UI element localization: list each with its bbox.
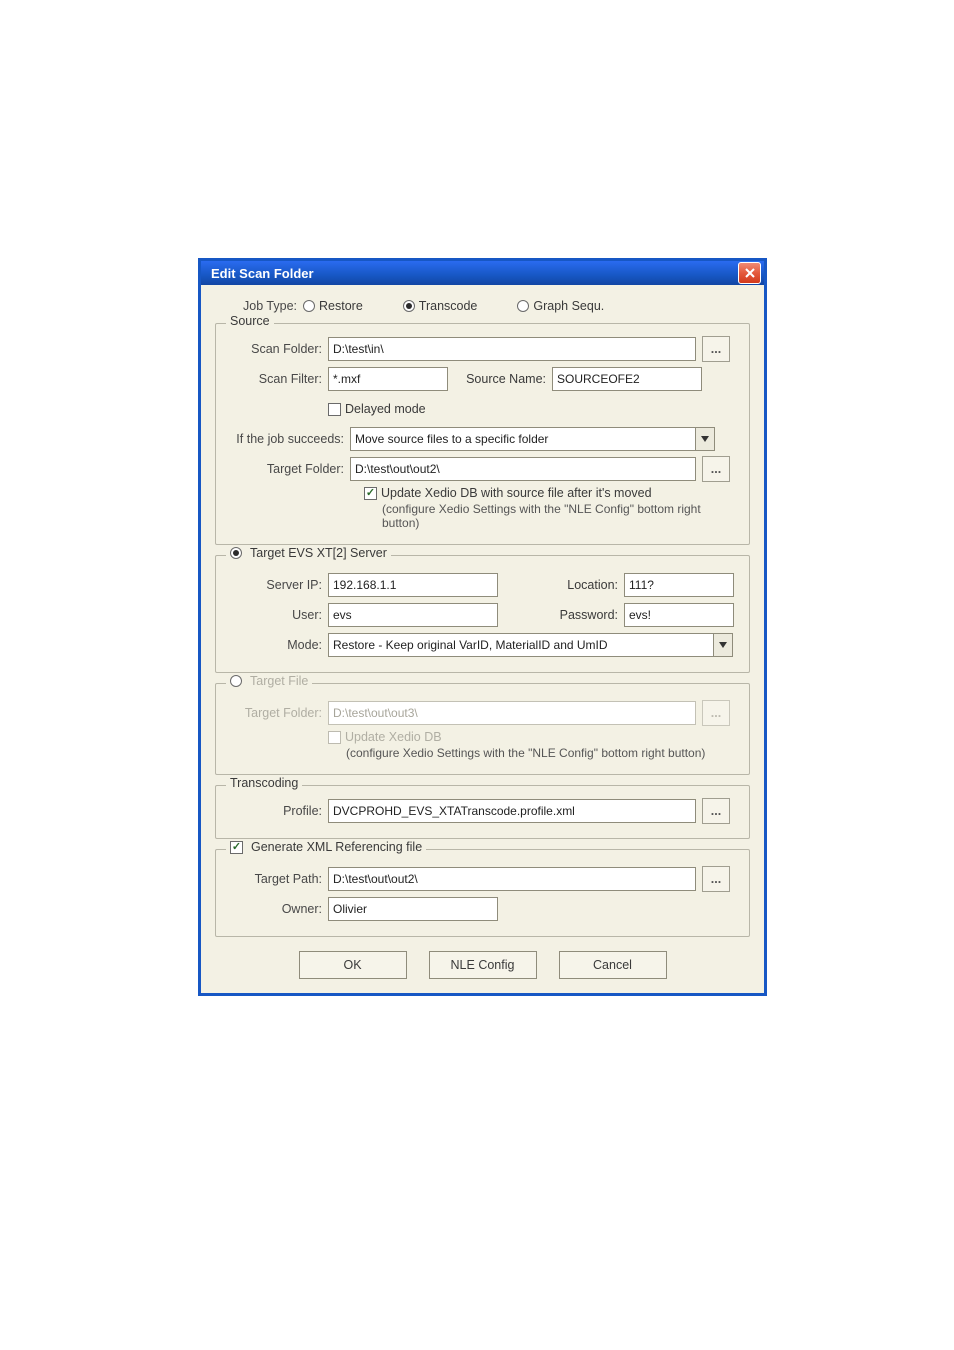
target-file-legend[interactable]: Target File xyxy=(226,674,312,688)
edit-scan-folder-dialog: Edit Scan Folder Job Type: Restore Trans… xyxy=(198,258,767,996)
profile-input[interactable] xyxy=(328,799,696,823)
target-file-folder-browse-button: ... xyxy=(702,700,730,726)
mode-combo[interactable] xyxy=(328,634,733,656)
scan-filter-input[interactable] xyxy=(328,367,448,391)
location-input[interactable] xyxy=(624,573,734,597)
target-file-update-db-label: Update Xedio DB xyxy=(345,730,442,744)
radio-icon xyxy=(230,547,242,559)
source-target-folder-browse-button[interactable]: ... xyxy=(702,456,730,482)
checkbox-icon xyxy=(230,841,243,854)
ok-button[interactable]: OK xyxy=(299,951,407,979)
succeeds-label: If the job succeeds: xyxy=(224,432,350,446)
target-path-input[interactable] xyxy=(328,867,696,891)
delayed-mode-label: Delayed mode xyxy=(345,402,426,416)
delayed-mode-checkbox[interactable]: Delayed mode xyxy=(328,402,426,416)
target-server-legend-text: Target EVS XT[2] Server xyxy=(250,546,387,560)
scan-folder-label: Scan Folder: xyxy=(224,342,328,356)
scan-folder-browse-button[interactable]: ... xyxy=(702,336,730,362)
password-label: Password: xyxy=(498,608,624,622)
checkbox-icon xyxy=(328,403,341,416)
transcoding-group: Transcoding Profile: ... xyxy=(215,785,750,839)
job-type-row: Job Type: Restore Transcode Graph Sequ. xyxy=(215,295,750,313)
radio-icon xyxy=(303,300,315,312)
target-file-update-db-checkbox: Update Xedio DB xyxy=(328,730,442,744)
jobtype-restore-radio[interactable]: Restore xyxy=(303,299,363,313)
jobtype-transcode-label: Transcode xyxy=(419,299,478,313)
target-file-legend-text: Target File xyxy=(250,674,308,688)
jobtype-graph-label: Graph Sequ. xyxy=(533,299,604,313)
jobtype-restore-label: Restore xyxy=(319,299,363,313)
checkbox-icon xyxy=(328,731,341,744)
owner-input[interactable] xyxy=(328,897,498,921)
chevron-down-icon xyxy=(701,436,709,442)
dropdown-button[interactable] xyxy=(713,633,733,657)
xml-ref-legend-text: Generate XML Referencing file xyxy=(251,840,422,854)
scan-folder-input[interactable] xyxy=(328,337,696,361)
job-type-label: Job Type: xyxy=(221,299,303,313)
xml-ref-legend[interactable]: Generate XML Referencing file xyxy=(226,840,426,854)
dialog-title: Edit Scan Folder xyxy=(211,266,314,281)
jobtype-transcode-radio[interactable]: Transcode xyxy=(403,299,478,313)
radio-icon xyxy=(517,300,529,312)
target-server-group: Target EVS XT[2] Server Server IP: Locat… xyxy=(215,555,750,673)
scan-filter-label: Scan Filter: xyxy=(224,372,328,386)
update-xedio-db-hint: (configure Xedio Settings with the "NLE … xyxy=(382,502,741,530)
user-input[interactable] xyxy=(328,603,498,627)
user-label: User: xyxy=(224,608,328,622)
source-target-folder-label: Target Folder: xyxy=(224,462,350,476)
succeeds-combo[interactable] xyxy=(350,428,715,450)
target-server-legend[interactable]: Target EVS XT[2] Server xyxy=(226,546,391,560)
source-name-label: Source Name: xyxy=(458,372,552,386)
update-xedio-db-checkbox[interactable]: Update Xedio DB with source file after i… xyxy=(364,486,652,500)
owner-label: Owner: xyxy=(224,902,328,916)
close-icon xyxy=(744,267,756,279)
xml-ref-group: Generate XML Referencing file Target Pat… xyxy=(215,849,750,937)
source-group: Source Scan Folder: ... Scan Filter: Sou… xyxy=(215,323,750,545)
nle-config-button[interactable]: NLE Config xyxy=(429,951,537,979)
target-file-update-db-hint: (configure Xedio Settings with the "NLE … xyxy=(346,746,741,760)
source-name-input[interactable] xyxy=(552,367,702,391)
titlebar: Edit Scan Folder xyxy=(201,261,764,285)
update-xedio-db-label: Update Xedio DB with source file after i… xyxy=(381,486,652,500)
password-input[interactable] xyxy=(624,603,734,627)
source-target-folder-input[interactable] xyxy=(350,457,696,481)
target-file-group: Target File Target Folder: ... Update Xe… xyxy=(215,683,750,775)
profile-browse-button[interactable]: ... xyxy=(702,798,730,824)
radio-icon xyxy=(230,675,242,687)
dropdown-button[interactable] xyxy=(695,427,715,451)
target-path-label: Target Path: xyxy=(224,872,328,886)
mode-label: Mode: xyxy=(224,638,328,652)
chevron-down-icon xyxy=(719,642,727,648)
checkbox-icon xyxy=(364,487,377,500)
succeeds-value[interactable] xyxy=(350,427,695,451)
target-file-folder-input xyxy=(328,701,696,725)
radio-icon xyxy=(403,300,415,312)
profile-label: Profile: xyxy=(224,804,328,818)
target-path-browse-button[interactable]: ... xyxy=(702,866,730,892)
location-label: Location: xyxy=(498,578,624,592)
server-ip-input[interactable] xyxy=(328,573,498,597)
dialog-buttons: OK NLE Config Cancel xyxy=(215,951,750,979)
cancel-button[interactable]: Cancel xyxy=(559,951,667,979)
close-button[interactable] xyxy=(738,262,761,284)
transcoding-legend: Transcoding xyxy=(226,776,302,790)
server-ip-label: Server IP: xyxy=(224,578,328,592)
source-legend: Source xyxy=(226,314,274,328)
mode-value[interactable] xyxy=(328,633,713,657)
target-file-folder-label: Target Folder: xyxy=(224,706,328,720)
jobtype-graph-radio[interactable]: Graph Sequ. xyxy=(517,299,604,313)
